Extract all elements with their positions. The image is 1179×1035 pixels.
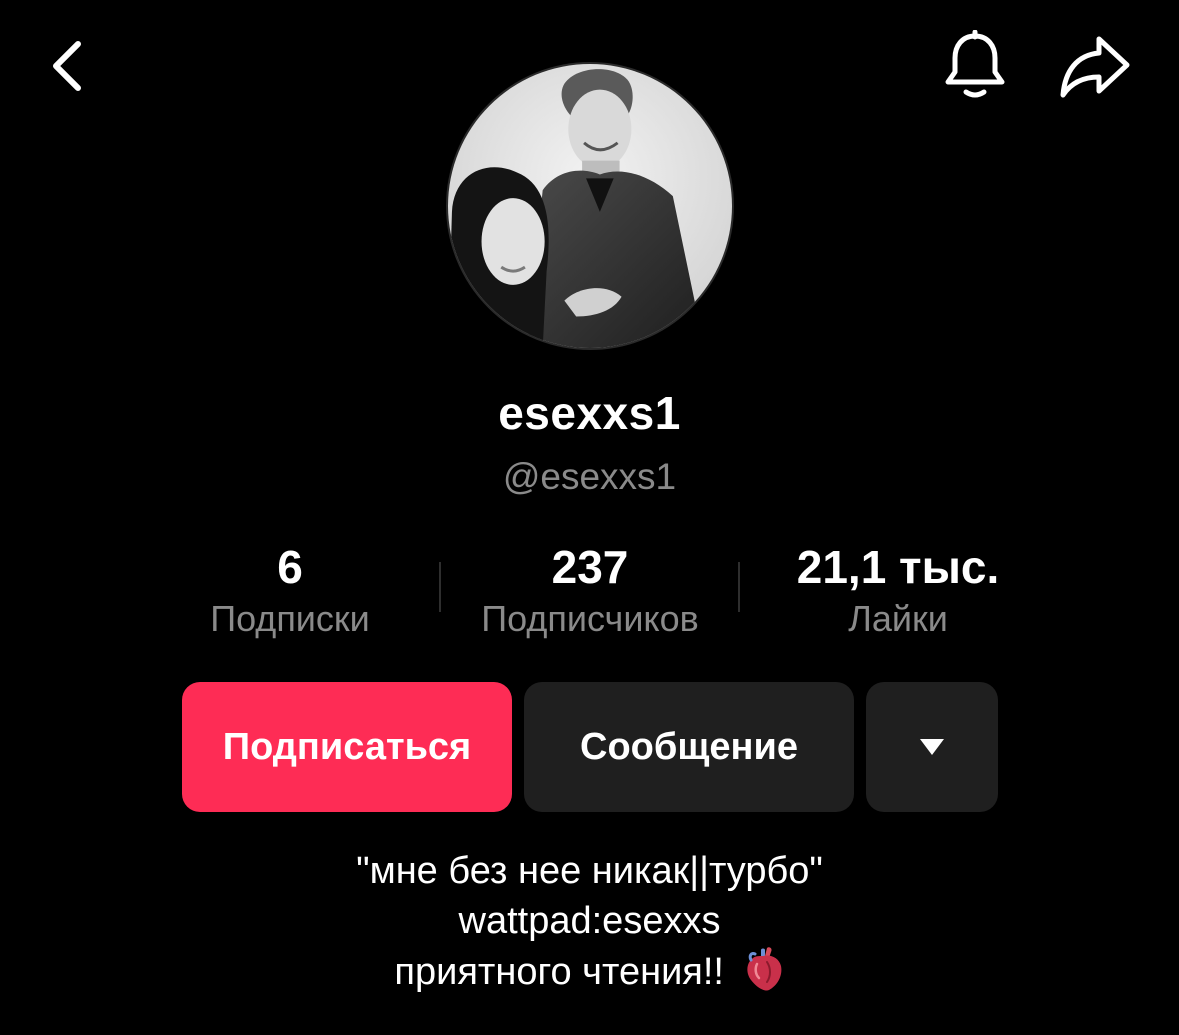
display-name: esexxs1 bbox=[498, 387, 681, 439]
share-button[interactable] bbox=[1052, 28, 1138, 104]
username-handle: @esexxs1 bbox=[502, 456, 677, 497]
chevron-left-icon bbox=[53, 41, 81, 91]
stat-followers[interactable]: 237 Подписчиков bbox=[440, 538, 740, 644]
profile-screen: esexxs1 @esexxs1 6 Подписки 237 Подписчи… bbox=[0, 0, 1179, 1035]
bio-line-2: wattpad:esexxs bbox=[458, 900, 721, 942]
stat-followers-value: 237 bbox=[551, 541, 629, 593]
more-options-button[interactable] bbox=[866, 682, 998, 812]
anatomical-heart-icon bbox=[746, 947, 781, 991]
stat-divider bbox=[738, 562, 740, 612]
stat-following[interactable]: 6 Подписки bbox=[140, 538, 440, 644]
stat-followers-label: Подписчиков bbox=[481, 598, 699, 639]
share-arrow-icon bbox=[1060, 36, 1130, 98]
profile-bio: "мне без нее никак||турбо" wattpad:esexx… bbox=[0, 846, 1179, 997]
bio-line-1: "мне без нее никак||турбо" bbox=[356, 850, 823, 892]
bio-line-3: приятного чтения!! bbox=[394, 951, 724, 993]
back-button[interactable] bbox=[36, 30, 100, 102]
notification-bell-button[interactable] bbox=[936, 26, 1014, 106]
bio-line-3-wrapper: приятного чтения!! bbox=[0, 946, 1179, 997]
avatar-photo bbox=[448, 64, 732, 348]
bell-icon bbox=[945, 30, 1005, 98]
avatar[interactable] bbox=[446, 62, 734, 350]
stat-likes[interactable]: 21,1 тыс. Лайки bbox=[748, 538, 1048, 644]
message-button[interactable]: Сообщение bbox=[524, 682, 854, 812]
stat-likes-label: Лайки bbox=[848, 598, 948, 639]
stat-following-label: Подписки bbox=[210, 598, 370, 639]
stat-following-value: 6 bbox=[277, 541, 303, 593]
triangle-down-icon bbox=[920, 739, 944, 755]
follow-button[interactable]: Подписаться bbox=[182, 682, 512, 812]
stat-likes-value: 21,1 тыс. bbox=[796, 541, 1000, 593]
profile-stats: 6 Подписки 237 Подписчиков 21,1 тыс. Лай… bbox=[140, 538, 1040, 648]
